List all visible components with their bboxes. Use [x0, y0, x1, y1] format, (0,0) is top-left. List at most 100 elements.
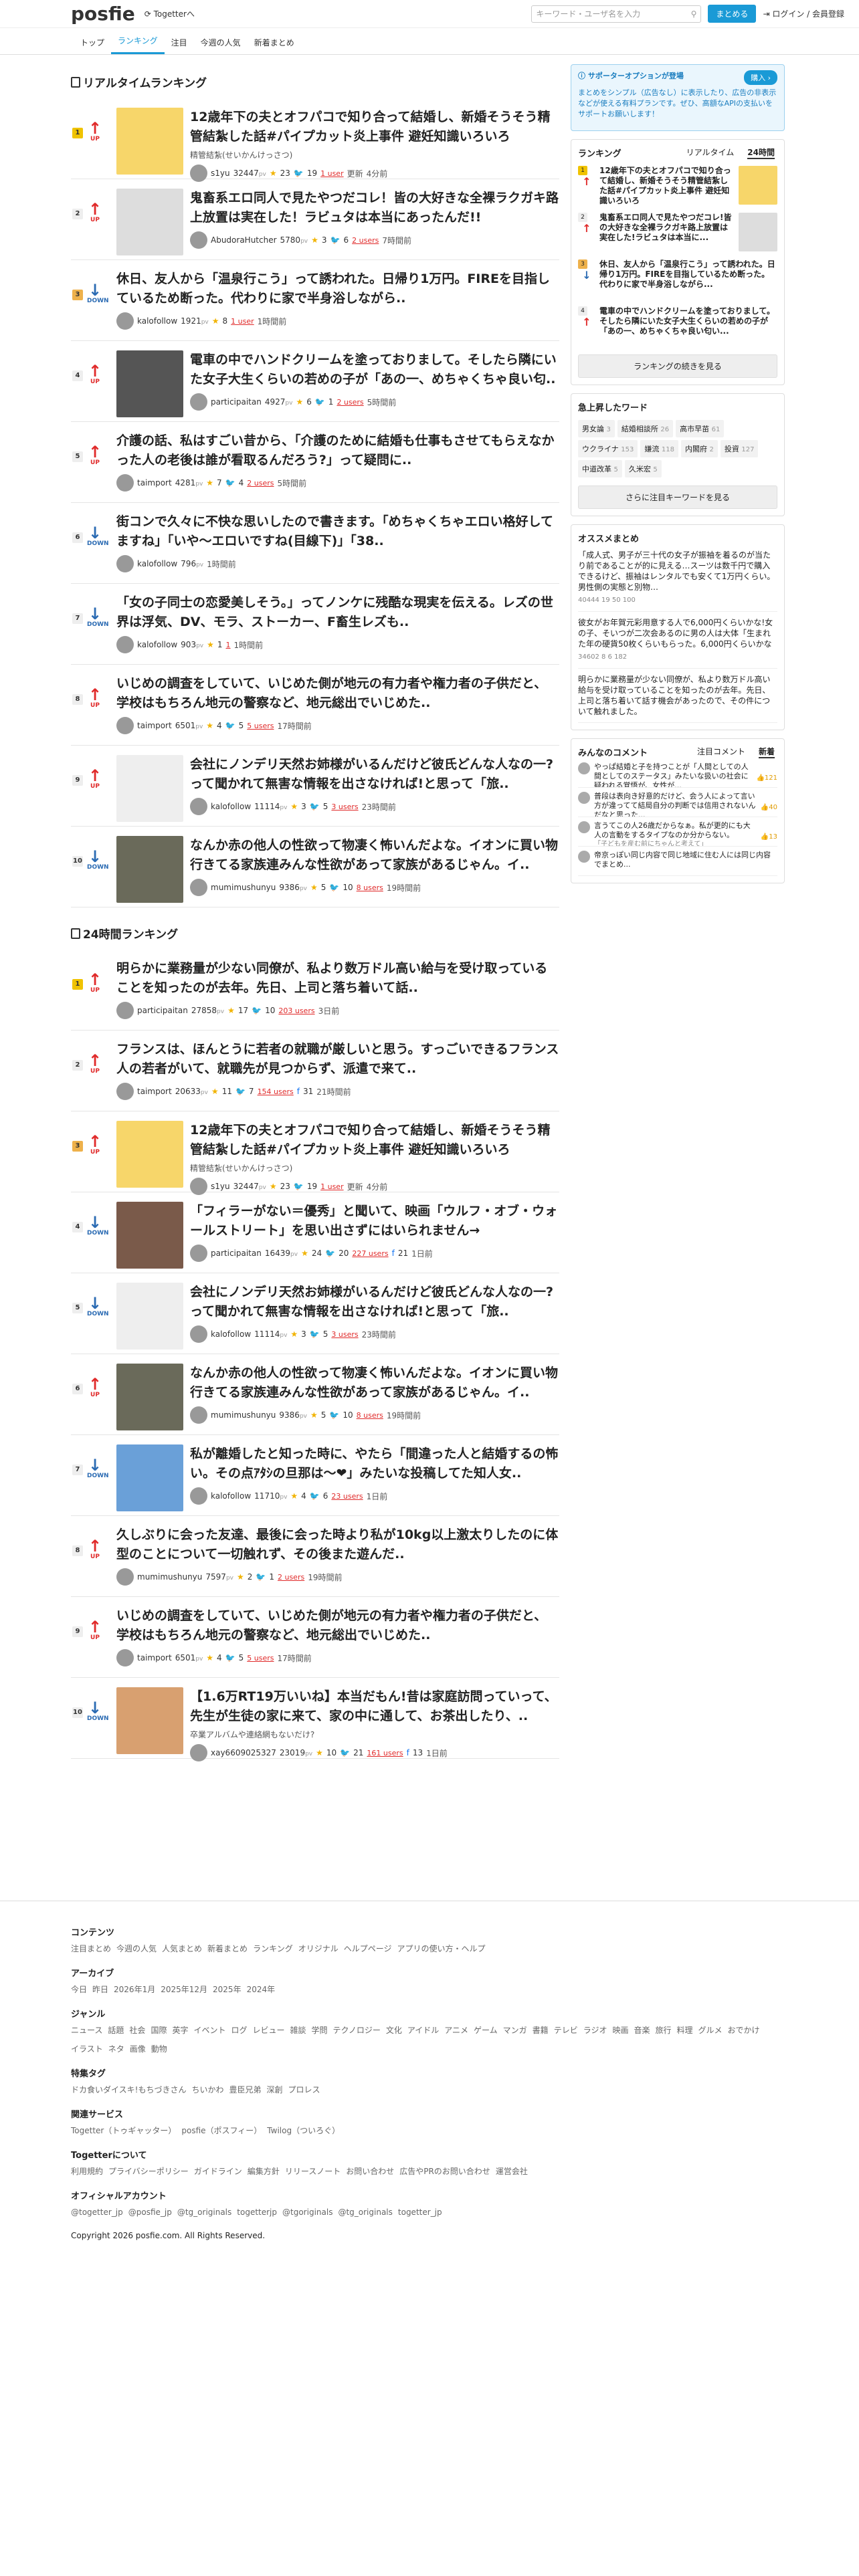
users-count[interactable]: 2 users [337, 398, 363, 407]
avatar[interactable] [116, 312, 134, 330]
avatar[interactable] [116, 1002, 134, 1019]
item-title[interactable]: 久しぶりに会った友達、最後に会った時より私が10kg以上激太りしたのに体型のこと… [116, 1525, 559, 1564]
comment-item[interactable]: やっぱ結婚と子を持つことが「人間としての人間としてのステータス」みたいな扱いの社… [578, 758, 777, 788]
supporter-promo[interactable]: ⓘ サポーターオプションが登場 購入 › まとめをシンプル（広告なし）に表示した… [571, 64, 785, 131]
side-ranking-title-text[interactable]: 12歳年下の夫とオフパコで知り合って結婚し、新婚そうそう精管結紮した話#パイプカ… [599, 166, 735, 206]
keyword-chip[interactable]: 結婚相談所 26 [617, 420, 674, 437]
footer-link[interactable]: 料理 [677, 2024, 693, 2037]
footer-link[interactable]: イラスト [71, 2042, 103, 2056]
users-count[interactable]: 1 user [320, 1182, 344, 1191]
nav-ranking[interactable]: ランキング [111, 35, 165, 54]
footer-link[interactable]: 利用規約 [71, 2165, 103, 2178]
footer-link[interactable]: ドカ食いダイスキ!もちづきさん [71, 2083, 186, 2097]
item-title[interactable]: 「女の子同士の恋愛美しそう。」ってノンケに残酷な現実を伝える。レズの世界は浮気、… [116, 593, 559, 632]
footer-link[interactable]: 書籍 [533, 2024, 549, 2037]
item-title[interactable]: なんか赤の他人の性欲って物凄く怖いんだよな。イオンに買い物行きてる家族連みんな性… [190, 1364, 559, 1402]
ranking-item[interactable]: 7 ↓ DOWN 私が離婚したと知った時に、やたら「間違った人と結婚するの怖い。その点… [71, 1435, 559, 1516]
footer-link[interactable]: ログ [231, 2024, 247, 2037]
avatar[interactable] [116, 555, 134, 572]
footer-link[interactable]: 運営会社 [496, 2165, 528, 2178]
author[interactable]: mumimushunyu [211, 883, 276, 892]
footer-link[interactable]: 2024年 [247, 1983, 276, 1996]
comment-item[interactable]: 言うてこの人26歳だからなぁ。私が更的にも大人の言動をするタイプなのか分からない… [578, 817, 777, 847]
users-count[interactable]: 1 [226, 641, 231, 649]
item-title[interactable]: 「フィラーがない＝優秀」と聞いて、映画「ウルフ・オブ・ウォールストリート」を思い… [190, 1202, 559, 1241]
item-title[interactable]: いじめの調査をしていて、いじめた側が地元の有力者や権力者の子供だと、学校はもちろ… [116, 674, 559, 713]
author[interactable]: participaitan [137, 1006, 188, 1015]
comment-item[interactable]: 普段は表向き好意的だけど、会う人によって言い方が違ってて結局自分の判断では信用さ… [578, 788, 777, 817]
footer-link[interactable]: 今週の人気 [116, 1942, 157, 1955]
author[interactable]: kalofollow [211, 802, 251, 811]
footer-link[interactable]: 2025年12月 [161, 1983, 207, 1996]
footer-link[interactable]: グルメ [698, 2024, 723, 2037]
footer-link[interactable]: ランキング [253, 1942, 293, 1955]
avatar[interactable] [116, 1568, 134, 1586]
users-count[interactable]: 5 users [247, 722, 274, 730]
item-title[interactable]: フランスは、ほんとうに若者の就職が厳しいと思う。すっごいできるフランス人の若者が… [116, 1040, 559, 1079]
footer-link[interactable]: 話題 [108, 2024, 124, 2037]
ranking-item[interactable]: 10 ↓ DOWN なんか赤の他人の性欲って物凄く怖いんだよな。イオンに買い物行きてる… [71, 827, 559, 907]
avatar[interactable] [190, 1487, 207, 1505]
ranking-more-button[interactable]: ランキングの続きを見る [578, 354, 777, 378]
tab-24h[interactable]: 24時間 [747, 146, 775, 159]
footer-link[interactable]: アイドル [407, 2024, 439, 2037]
ranking-item[interactable]: 4 ↓ DOWN 「フィラーがない＝優秀」と聞いて、映画「ウルフ・オブ・ウォールストリ… [71, 1192, 559, 1273]
author[interactable]: s1yu [211, 169, 230, 178]
ranking-item[interactable]: 5 ↑ UP 介護の話、私はすごい昔から、「介護のために結婚も仕事もさせてもらえなかっ… [71, 422, 559, 503]
footer-link[interactable]: アプリの使い方・ヘルプ [397, 1942, 485, 1955]
togetter-link[interactable]: ⟳ Togetterへ [145, 8, 195, 19]
avatar[interactable] [116, 1649, 134, 1667]
keyword-chip[interactable]: ウクライナ 153 [578, 440, 638, 457]
footer-link[interactable]: togetterjp [237, 2206, 277, 2219]
footer-link[interactable]: ラジオ [583, 2024, 607, 2037]
author[interactable]: mumimushunyu [211, 1410, 276, 1420]
footer-link[interactable]: 社会 [129, 2024, 145, 2037]
users-count[interactable]: 1 user [231, 317, 254, 326]
ranking-item[interactable]: 8 ↑ UP 久しぶりに会った友達、最後に会った時より私が10kg以上激太りしたのに体… [71, 1516, 559, 1597]
comment-item[interactable]: 帝京っぽい同じ内容で同じ地域に住む人には同じ内容でまとめ... [578, 847, 777, 876]
avatar[interactable] [190, 1245, 207, 1262]
side-ranking-item[interactable]: 3 ↓ 休日、友人から「温泉行こう」って誘われた。日帰り1万円。FIREを目指してい… [578, 259, 777, 300]
footer-link[interactable]: 雑談 [290, 2024, 306, 2037]
ranking-item[interactable]: 1 ↑ UP 12歳年下の夫とオフパコで知り合って結婚し、新婚そうそう精管結紮した話#… [71, 98, 559, 182]
ranking-item[interactable]: 9 ↑ UP いじめの調査をしていて、いじめた側が地元の有力者や権力者の子供だと、学校… [71, 1597, 559, 1678]
footer-link[interactable]: posfie（ポスフィー） [181, 2124, 262, 2137]
footer-link[interactable]: @posfie_jp [128, 2206, 172, 2219]
footer-link[interactable]: togetter_jp [398, 2206, 442, 2219]
footer-link[interactable]: 文化 [386, 2024, 402, 2037]
avatar[interactable] [190, 231, 207, 249]
keyword-chip[interactable]: 久米宏 5 [624, 460, 662, 477]
nav-featured[interactable]: 注目 [165, 37, 194, 54]
footer-link[interactable]: プライバシーポリシー [108, 2165, 189, 2178]
footer-link[interactable]: テレビ [554, 2024, 578, 2037]
item-title[interactable]: 12歳年下の夫とオフパコで知り合って結婚し、新婚そうそう精管結紮した話#パイプカ… [190, 108, 559, 146]
author[interactable]: taimport [137, 478, 172, 488]
side-ranking-item[interactable]: 1 ↑ 12歳年下の夫とオフパコで知り合って結婚し、新婚そうそう精管結紮した話#パイ… [578, 166, 777, 206]
users-count[interactable]: 2 users [247, 479, 274, 488]
recommend-item[interactable]: 明らかに業務量が少ない同僚が、私より数万ドル高い給与を受け取っていることを知った… [578, 669, 777, 723]
footer-link[interactable]: Togetter（トゥギャッター） [71, 2124, 176, 2137]
thumbnail[interactable] [116, 1283, 183, 1350]
login-link[interactable]: ⇥ ログイン / 会員登録 [763, 8, 844, 19]
users-count[interactable]: 5 users [247, 1654, 274, 1662]
footer-link[interactable]: 映画 [612, 2024, 628, 2037]
footer-link[interactable]: @togetter_jp [71, 2206, 123, 2219]
footer-link[interactable]: オリジナル [298, 1942, 339, 1955]
footer-link[interactable]: リリースノート [285, 2165, 341, 2178]
footer-link[interactable]: ガイドライン [194, 2165, 242, 2178]
footer-link[interactable]: ヘルプページ [344, 1942, 392, 1955]
ranking-item[interactable]: 10 ↓ DOWN 【1.6万RT19万いいね】本当だもん!昔は家庭訪問っていって、先… [71, 1678, 559, 1761]
footer-link[interactable]: 広告やPRのお問い合わせ [399, 2165, 490, 2178]
footer-link[interactable]: 新着まとめ [207, 1942, 248, 1955]
footer-link[interactable]: 今日 [71, 1983, 87, 1996]
footer-link[interactable]: 旅行 [656, 2024, 672, 2037]
author[interactable]: mumimushunyu [137, 1572, 202, 1582]
users-count[interactable]: 2 users [352, 236, 379, 245]
footer-link[interactable]: 編集方針 [248, 2165, 280, 2178]
item-title[interactable]: なんか赤の他人の性欲って物凄く怖いんだよな。イオンに買い物行きてる家族連みんな性… [190, 836, 559, 875]
author[interactable]: kalofollow [137, 640, 177, 649]
author[interactable]: taimport [137, 1653, 172, 1662]
footer-link[interactable]: @tgoriginals [282, 2206, 332, 2219]
keywords-more-button[interactable]: さらに注目キーワードを見る [578, 486, 777, 509]
ranking-item[interactable]: 3 ↓ DOWN 休日、友人から「温泉行こう」って誘われた。日帰り1万円。FIREを目… [71, 260, 559, 341]
